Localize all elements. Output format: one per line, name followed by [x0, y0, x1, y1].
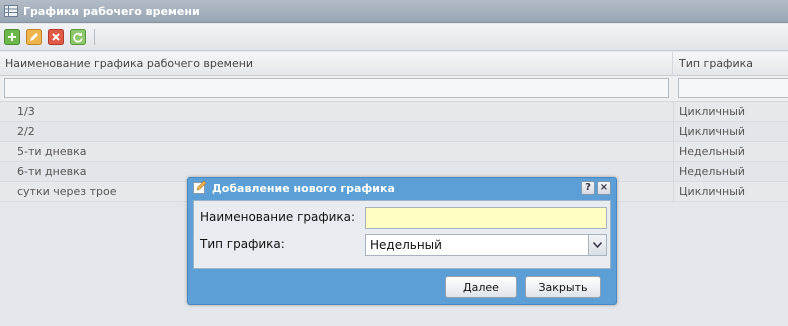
refresh-icon [70, 29, 86, 45]
close-icon[interactable]: × [597, 181, 611, 195]
dialog-form: Наименование графика: Тип графика: Недел… [193, 200, 611, 269]
cell-name: 2/2 [17, 125, 35, 138]
dialog-header[interactable]: Добавление нового графика ? × [188, 178, 616, 198]
cell-name: сутки через трое [17, 185, 117, 198]
help-icon[interactable]: ? [581, 181, 595, 195]
type-filter-input[interactable] [678, 78, 788, 98]
pencil-icon [26, 29, 42, 45]
next-button[interactable]: Далее [445, 276, 517, 298]
dialog-edit-icon [193, 180, 207, 197]
cell-type: Цикличный [679, 125, 746, 138]
schedule-name-label: Наименование графика: [200, 210, 356, 224]
panel-title: Графики рабочего времени [23, 4, 200, 18]
table-row[interactable]: 5-ти дневка Недельный [0, 142, 788, 162]
table-row[interactable]: 1/3 Цикличный [0, 102, 788, 122]
column-header-type[interactable]: Тип графика [674, 52, 788, 76]
close-button[interactable]: Закрыть [525, 276, 601, 298]
x-icon [48, 29, 64, 45]
refresh-button[interactable] [70, 29, 86, 45]
grid-header: Наименование графика рабочего времени Ти… [0, 52, 788, 76]
add-button[interactable] [4, 29, 20, 45]
delete-button[interactable] [48, 29, 64, 45]
cell-type: Недельный [679, 145, 745, 158]
schedule-type-select[interactable]: Недельный [365, 234, 607, 256]
dialog-tools: ? × [581, 181, 611, 195]
name-filter-input[interactable] [4, 78, 669, 98]
toolbar [0, 24, 788, 51]
schedule-name-input[interactable] [365, 207, 607, 229]
filter-row [0, 76, 788, 102]
column-header-name[interactable]: Наименование графика рабочего времени [0, 52, 673, 76]
edit-button[interactable] [26, 29, 42, 45]
cell-type: Цикличный [679, 105, 746, 118]
cell-type: Цикличный [679, 185, 746, 198]
cell-name: 1/3 [17, 105, 35, 118]
schedule-type-value: Недельный [370, 238, 442, 252]
dialog-title: Добавление нового графика [212, 181, 395, 195]
cell-name: 6-ти дневка [17, 165, 87, 178]
schedule-type-label: Тип графика: [200, 237, 285, 251]
table-row[interactable]: 2/2 Цикличный [0, 122, 788, 142]
cell-type: Недельный [679, 165, 745, 178]
plus-icon [4, 29, 20, 45]
panel-header: Графики рабочего времени [0, 0, 788, 23]
dialog-footer: Далее Закрыть [188, 273, 616, 303]
cell-name: 5-ти дневка [17, 145, 87, 158]
toolbar-separator [94, 29, 95, 45]
chevron-down-icon[interactable] [588, 235, 606, 255]
grid-icon [4, 5, 18, 17]
add-schedule-dialog: Добавление нового графика ? × Наименован… [187, 177, 617, 305]
